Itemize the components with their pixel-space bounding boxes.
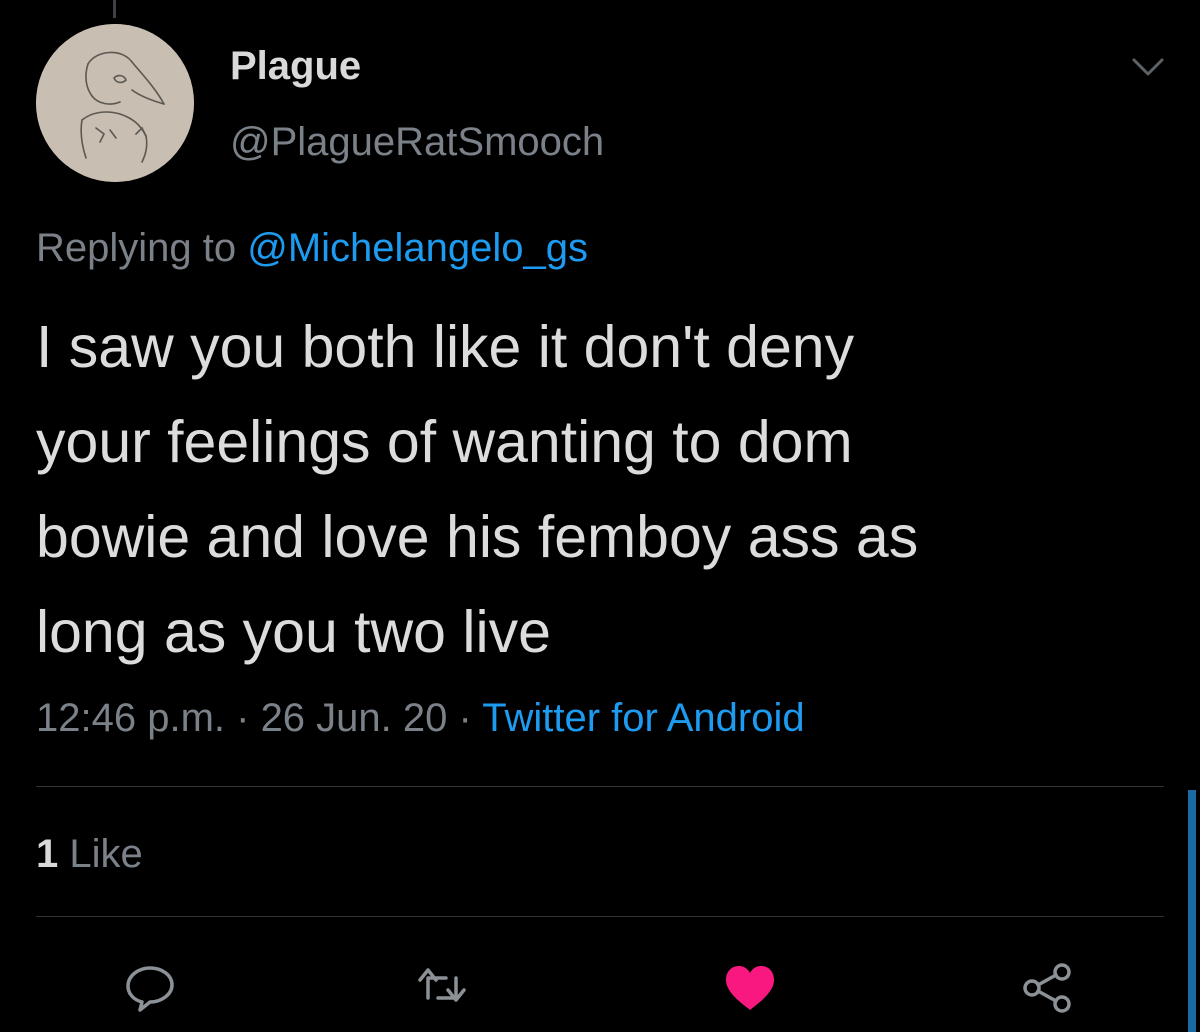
meta-separator: · [447, 696, 483, 740]
replying-to-mention[interactable]: @Michelangelo_gs [247, 226, 588, 270]
likes-count[interactable]: 1 Like [36, 828, 143, 880]
reply-button[interactable] [122, 960, 178, 1016]
thread-line [113, 0, 116, 18]
reply-icon [126, 966, 174, 1012]
plague-doctor-sketch-icon [36, 24, 194, 182]
tweet-text: I saw you both like it don't deny your f… [36, 300, 1176, 680]
like-count-number: 1 [36, 832, 59, 876]
replying-to: Replying to @Michelangelo_gs [36, 222, 588, 274]
meta-separator: · [225, 696, 261, 740]
chevron-down-icon [1132, 58, 1164, 76]
tweet-menu-button[interactable] [1128, 52, 1168, 82]
retweet-icon [418, 968, 466, 1002]
replying-prefix: Replying to [36, 226, 248, 270]
like-count-label: Like [58, 832, 143, 876]
tweet-text-line: your feelings of wanting to dom [36, 409, 853, 475]
tweet-date[interactable]: 26 Jun. 20 [261, 696, 448, 740]
divider [36, 916, 1164, 917]
avatar[interactable] [36, 24, 194, 182]
divider [36, 786, 1164, 787]
author-handle[interactable]: @PlagueRatSmooch [230, 118, 604, 166]
tweet-text-line: I saw you both like it don't deny [36, 314, 855, 380]
author-name[interactable]: Plague [230, 42, 361, 90]
retweet-button[interactable] [414, 960, 470, 1016]
tweet-text-line: bowie and love his femboy ass as [36, 504, 919, 570]
scrollbar[interactable] [1188, 790, 1196, 1032]
tweet-source[interactable]: Twitter for Android [482, 696, 804, 740]
tweet-meta: 12:46 p.m. · 26 Jun. 20 · Twitter for An… [36, 692, 805, 744]
share-button[interactable] [1020, 960, 1076, 1016]
share-icon [1023, 963, 1071, 1013]
tweet-time[interactable]: 12:46 p.m. [36, 696, 225, 740]
tweet-text-line: long as you two live [36, 599, 551, 665]
heart-icon [726, 966, 774, 1010]
like-button[interactable] [720, 960, 776, 1016]
